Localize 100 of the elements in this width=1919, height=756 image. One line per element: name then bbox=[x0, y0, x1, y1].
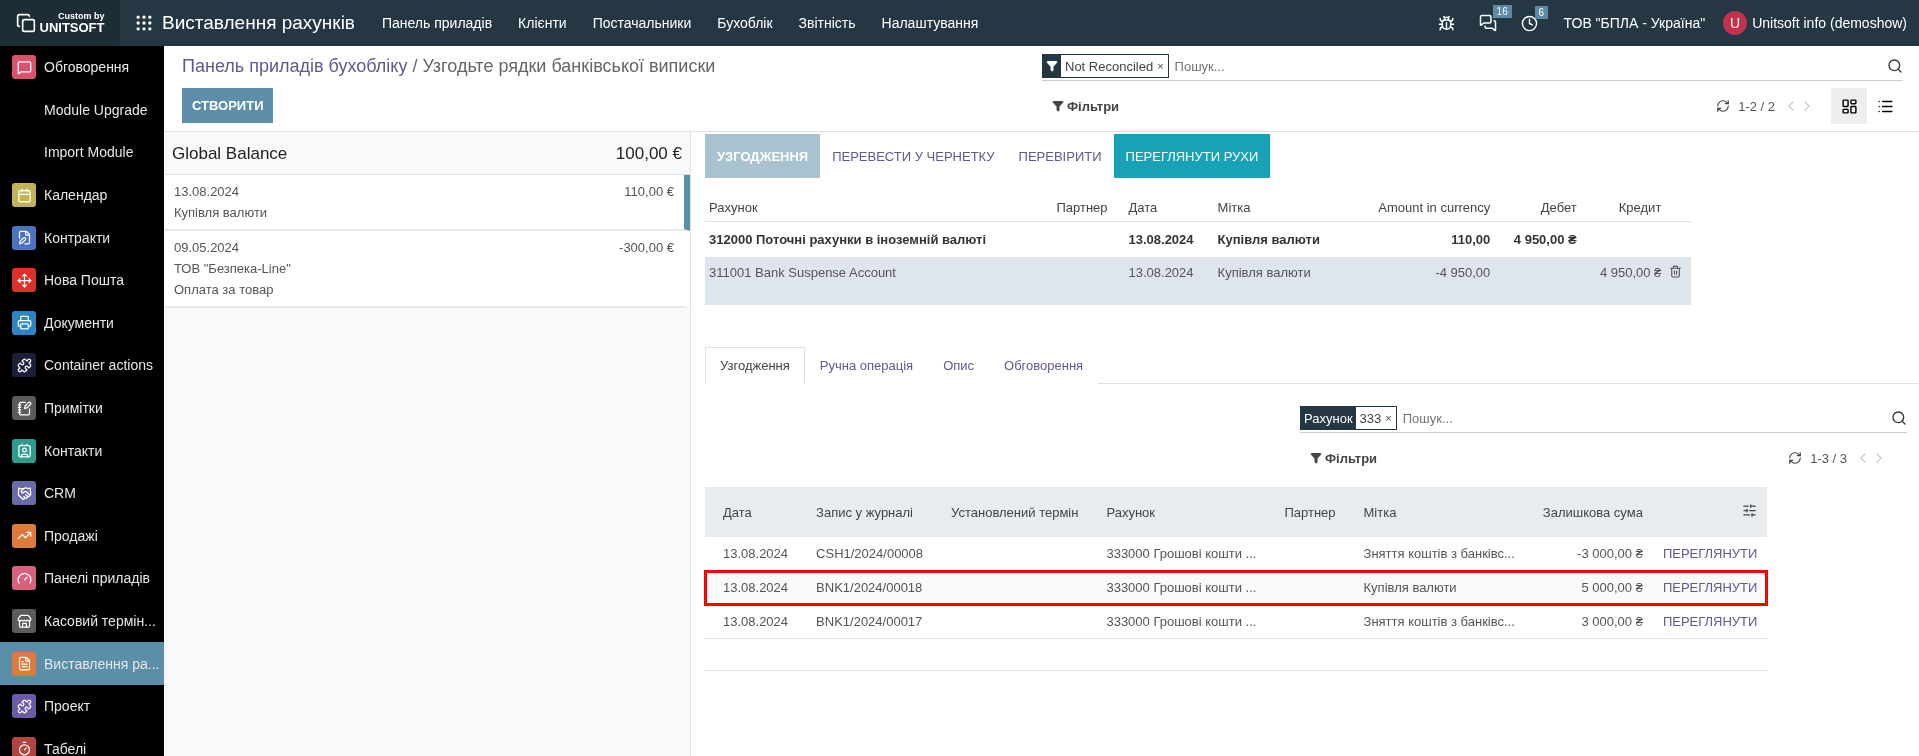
refresh-icon[interactable] bbox=[1716, 99, 1731, 113]
sidebar-item[interactable]: Календар bbox=[0, 173, 164, 217]
pager: 1-2 / 2 bbox=[1738, 98, 1775, 114]
line-amount: -300,00 € bbox=[619, 240, 674, 255]
table-cell: -4 950,00 bbox=[1435, 265, 1491, 280]
sidebar-item[interactable]: Продажі bbox=[0, 514, 164, 558]
filters-button[interactable]: Фільтри bbox=[1042, 98, 1130, 114]
search-icon[interactable] bbox=[1891, 410, 1907, 426]
company-name[interactable]: ТОВ "БПЛА - Україна" bbox=[1563, 15, 1706, 31]
sidebar-item[interactable]: Import Module bbox=[0, 131, 164, 174]
table-cell: 3 000,00 ₴ bbox=[1581, 614, 1643, 629]
filter-icon bbox=[1310, 452, 1322, 464]
table-cell: Зняття коштів з банківс... bbox=[1363, 546, 1515, 561]
balance-amount: 100,00 € bbox=[615, 144, 682, 164]
line-text: Купівля валюти bbox=[174, 205, 269, 220]
table-cell: BNK1/2024/00018 bbox=[816, 580, 923, 595]
column-header: Кредит bbox=[1580, 192, 1666, 222]
sidebar-item[interactable]: Контакти bbox=[0, 429, 164, 472]
table-cell: Зняття коштів з банківс... bbox=[1363, 614, 1515, 629]
user-avatar[interactable]: U bbox=[1723, 11, 1748, 35]
menu-item[interactable]: Налаштування bbox=[868, 15, 992, 31]
column-header: Установлений термін bbox=[933, 487, 1089, 537]
table-cell: 311001 Bank Suspense Account bbox=[709, 265, 896, 280]
table-cell: 13.08.2024 bbox=[1128, 232, 1194, 247]
sidebar-item[interactable]: Табелі bbox=[0, 727, 164, 756]
table-cell: -3 000,00 ₴ bbox=[1577, 546, 1643, 561]
column-header: Мітка bbox=[1345, 487, 1525, 537]
filter-facet[interactable]: Рахунок 333 × bbox=[1300, 406, 1397, 430]
search-icon[interactable] bbox=[1887, 58, 1903, 74]
tab[interactable]: Узгодження bbox=[705, 347, 805, 384]
column-header: Дата bbox=[1124, 192, 1214, 222]
filters-button[interactable]: Фільтри bbox=[1300, 450, 1388, 466]
line-text: ТОВ "Безпека-Line" bbox=[174, 261, 292, 276]
filter-icon bbox=[1052, 100, 1064, 112]
view-button[interactable]: ПЕРЕГЛЯНУТИ bbox=[1662, 580, 1758, 595]
breadcrumb: Панель приладів бухобліку / Узгодьте рядки банківської виписки bbox=[182, 56, 717, 77]
table-cell: 333000 Грошові кошти ... bbox=[1106, 614, 1257, 629]
line-date: 09.05.2024 bbox=[174, 240, 241, 255]
line-date: 13.08.2024 bbox=[174, 184, 241, 199]
view-button[interactable]: ПЕРЕГЛЯНУТИ bbox=[1662, 546, 1758, 561]
sidebar-item[interactable]: Проект bbox=[0, 684, 164, 728]
sidebar-item[interactable]: Обговорення bbox=[0, 46, 164, 89]
filter-facet[interactable]: Not Reconciled × bbox=[1042, 54, 1169, 78]
table-cell: 13.08.2024 bbox=[723, 580, 789, 595]
column-header: Запис у журналі bbox=[798, 487, 934, 537]
line-amount: 110,00 € bbox=[624, 184, 674, 199]
column-settings-icon[interactable] bbox=[1742, 503, 1758, 518]
sidebar-item[interactable]: Container actions bbox=[0, 344, 164, 387]
table-cell: 13.08.2024 bbox=[723, 614, 789, 629]
table-cell: 13.08.2024 bbox=[1128, 265, 1194, 280]
logo[interactable]: Custom by UNITSOFT bbox=[0, 0, 120, 46]
column-header: Рахунок bbox=[1088, 487, 1267, 537]
breadcrumb-link[interactable]: Панель приладів бухобліку bbox=[182, 56, 408, 76]
column-header: Дата bbox=[705, 487, 799, 537]
table-cell: 312000 Поточні рахунки в іноземній валюті bbox=[709, 232, 987, 247]
sidebar-item[interactable]: CRM bbox=[0, 471, 164, 515]
activity-count: 6 bbox=[1534, 5, 1549, 19]
table-cell: CSH1/2024/00008 bbox=[816, 546, 924, 561]
app-grid-icon[interactable] bbox=[134, 13, 154, 33]
table-cell: Купівля валюти bbox=[1363, 580, 1457, 595]
sidebar-item[interactable]: Документи bbox=[0, 301, 164, 345]
table-cell: Купівля валюти bbox=[1217, 265, 1311, 280]
column-header: Amount in currency bbox=[1348, 192, 1495, 222]
table-cell: 333000 Грошові кошти ... bbox=[1106, 546, 1257, 561]
menu-item[interactable]: Звітність bbox=[785, 15, 869, 31]
menu-item[interactable]: Постачальники bbox=[579, 15, 705, 31]
create-button[interactable]: СТВОРИТИ bbox=[182, 88, 274, 123]
sidebar-item[interactable]: Касовий термін... bbox=[0, 599, 164, 643]
statement-line-card[interactable]: 09.05.2024 -300,00 € ТОВ "Безпека-Line" Оплата за товар bbox=[164, 231, 690, 308]
kanban-view-button[interactable] bbox=[1831, 88, 1867, 124]
sidebar-item[interactable]: Панелі приладів bbox=[0, 557, 164, 600]
message-count: 16 bbox=[1492, 5, 1512, 18]
menu-item[interactable]: Панель приладів bbox=[368, 15, 506, 31]
statement-line-card[interactable]: 13.08.2024 110,00 € Купівля валюти bbox=[164, 175, 690, 231]
bug-icon[interactable] bbox=[1437, 14, 1455, 32]
menu-item[interactable]: Клієнти bbox=[505, 15, 580, 31]
table-cell: Купівля валюти bbox=[1217, 232, 1320, 247]
line-text: Оплата за товар bbox=[174, 282, 275, 297]
menu-item[interactable]: Бухоблік bbox=[704, 15, 786, 31]
sidebar-item[interactable]: Примітки bbox=[0, 386, 164, 430]
delete-icon[interactable] bbox=[1669, 265, 1683, 278]
table-cell: 4 950,00 ₴ bbox=[1599, 265, 1662, 280]
sidebar-item[interactable]: Module Upgrade bbox=[0, 88, 164, 132]
kanban-icon bbox=[1840, 97, 1858, 115]
view-button[interactable]: ПЕРЕГЛЯНУТИ bbox=[1662, 614, 1758, 629]
column-header: Дебет bbox=[1494, 192, 1581, 222]
table-cell: 110,00 bbox=[1451, 232, 1491, 247]
logo-caption: Custom by bbox=[58, 12, 105, 21]
sidebar-item[interactable]: Нова Пошта bbox=[0, 258, 164, 302]
column-header: Залишкова сума bbox=[1524, 487, 1653, 537]
chat-icon[interactable] bbox=[1478, 14, 1497, 32]
filter-icon bbox=[1046, 60, 1058, 72]
column-header: Мітка bbox=[1213, 192, 1349, 222]
refresh-icon[interactable] bbox=[1788, 451, 1803, 465]
search-field[interactable]: Рахунок 333 × Пошук... bbox=[1300, 404, 1907, 433]
search-field[interactable]: Not Reconciled × Пошук... bbox=[1042, 52, 1903, 81]
clock-icon[interactable] bbox=[1520, 14, 1538, 32]
sidebar-item[interactable]: Контракти bbox=[0, 216, 164, 259]
table-cell: 4 950,00 ₴ bbox=[1513, 232, 1577, 247]
user-name[interactable]: Unitsoft info (demoshow) bbox=[1752, 15, 1907, 31]
